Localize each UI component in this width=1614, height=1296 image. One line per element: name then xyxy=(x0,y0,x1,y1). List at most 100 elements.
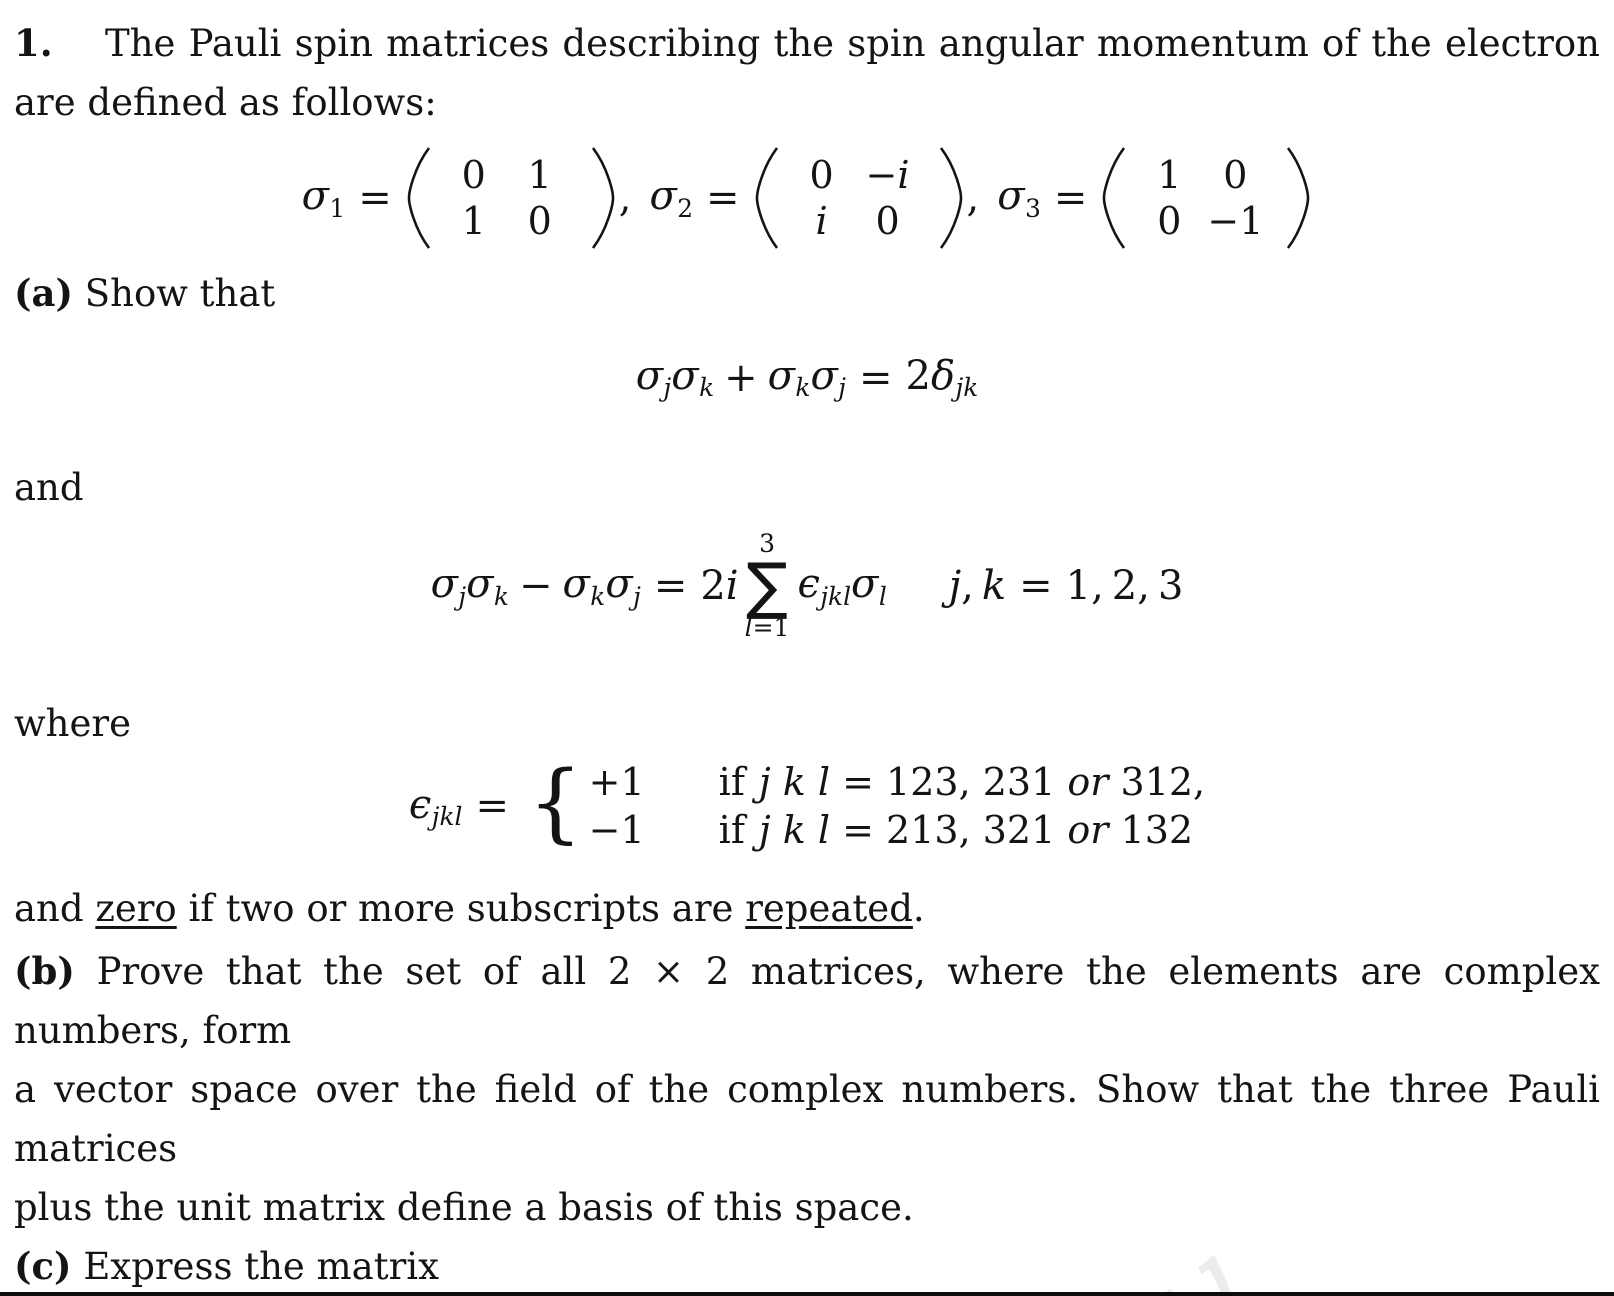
matrix-row: 0 −1 xyxy=(1140,199,1272,243)
epsilon-symbol: ϵjkl xyxy=(408,781,463,832)
summation-symbol: 3 ∑ l=1 xyxy=(745,531,790,640)
part-b-tag: (b) xyxy=(14,949,75,994)
epsilon-cases-equation: ϵjkl = { +1 ifj k l = 123, 231 or 312, xyxy=(14,759,1600,853)
pauli-matrices-equation: σ1 = 0 1 1 0 , σ2 = 0 −i i 0 , σ3 = 1 0 … xyxy=(14,146,1600,250)
cases-rows: +1 if j k l = 123, 231 or 312, −1 if j k l… xyxy=(589,759,1205,853)
matrix-row: 1 0 xyxy=(445,199,577,243)
matrix-row: 0 −i xyxy=(793,153,925,197)
repeated-underlined-word: repeated xyxy=(745,887,913,931)
case-list-1: 123, xyxy=(886,760,971,805)
part-a-line: (a) Show that xyxy=(14,264,1600,323)
anticommutator-equation: σjσk + σkσj = 2δjk xyxy=(14,353,1600,402)
case-indices: j k l xyxy=(758,760,831,805)
cases-equals: = xyxy=(475,783,509,830)
matrix-row: 1 0 xyxy=(1140,153,1272,197)
matrix-row: i 0 xyxy=(793,199,925,243)
minus-operator: − xyxy=(518,562,553,609)
or-word: or xyxy=(1067,760,1109,805)
case-eq: = xyxy=(842,760,874,805)
part-c-text: Express the matrix xyxy=(83,1245,439,1289)
part-c-tag: (c) xyxy=(14,1244,72,1289)
sum-lower-limit: l=1 xyxy=(744,613,790,643)
left-paren-icon xyxy=(753,146,779,250)
matrix-cell: −1 xyxy=(1207,199,1264,243)
matrix-cell: 0 xyxy=(527,199,552,243)
sigma2-matrix: 0 −i i 0 xyxy=(753,146,965,250)
matrix-cell: i xyxy=(815,199,828,243)
sigma1-equals: = xyxy=(358,175,392,221)
sigma-j-sigma-k: σjσk xyxy=(635,353,715,403)
cases-row: −1 if j k l = 213, 321 or 132 xyxy=(589,807,1205,853)
or-word: or xyxy=(1067,808,1109,853)
zero-line-middle: if two or more subscripts are xyxy=(176,887,746,931)
cases-row: +1 if j k l = 123, 231 or 312, xyxy=(589,759,1205,805)
page-bottom-rule xyxy=(0,1292,1614,1296)
left-paren-icon xyxy=(405,146,431,250)
left-brace-icon: { xyxy=(527,753,583,854)
case-list-3: 132 xyxy=(1120,808,1194,853)
matrix-cell: 0 xyxy=(461,153,486,197)
sigma1-grid: 0 1 1 0 xyxy=(431,153,591,243)
part-c-line: (c) Express the matrix xyxy=(14,1237,1600,1296)
right-paren-icon xyxy=(591,146,617,250)
sigma2-symbol: σ2 xyxy=(649,173,694,223)
if-word: if xyxy=(718,760,745,805)
matrix-cell: −i xyxy=(865,153,910,197)
zero-underlined-word: zero xyxy=(95,887,177,931)
case-indices: j k l xyxy=(758,808,831,853)
part-b-line-1: (b) Prove that the set of all 2 × 2 matr… xyxy=(14,942,1600,1060)
sigma-k-sigma-j: σkσj xyxy=(562,561,641,611)
part-b-text-1: Prove that the set of all 2 × 2 matrices… xyxy=(14,950,1600,1053)
right-paren-icon xyxy=(939,146,965,250)
problem-intro-paragraph: 1. The Pauli spin matrices describing th… xyxy=(14,14,1600,132)
and-label: and xyxy=(14,466,84,510)
case-eq: = xyxy=(842,808,874,853)
sigma2-grid: 0 −i i 0 xyxy=(779,153,939,243)
case-condition: if j k l = 213, 321 or 132 xyxy=(719,807,1205,853)
sigma-sum-glyph: ∑ xyxy=(746,549,788,623)
sigma2-comma: , xyxy=(966,175,980,221)
matrix-cell: 0 xyxy=(809,153,834,197)
problem-page: 1. The Pauli spin matrices describing th… xyxy=(0,0,1614,1296)
part-b-line-3: plus the unit matrix define a basis of t… xyxy=(14,1186,914,1230)
matrix-cell: 0 xyxy=(1223,153,1248,197)
sigma1-symbol: σ1 xyxy=(301,173,346,223)
case-list-2: 231 xyxy=(982,760,1056,805)
two-i-coefficient: 2i xyxy=(700,562,739,609)
sigma2-equals: = xyxy=(706,175,740,221)
if-word: if xyxy=(718,808,745,853)
equals-operator: = xyxy=(653,562,688,609)
right-paren-icon xyxy=(1286,146,1312,250)
case-value: +1 xyxy=(588,760,645,805)
equals-operator: = xyxy=(858,354,893,401)
sigma3-grid: 1 0 0 −1 xyxy=(1126,153,1286,243)
matrix-cell: 1 xyxy=(1157,153,1182,197)
index-condition: j, k = 1, 2, 3 xyxy=(948,562,1184,609)
part-a-tag: (a) xyxy=(14,271,73,315)
zero-line-prefix: and xyxy=(14,887,96,931)
sigma-k-sigma-j: σkσj xyxy=(767,353,846,403)
sigma-j-sigma-k: σjσk xyxy=(430,561,509,611)
sigma3-matrix: 1 0 0 −1 xyxy=(1100,146,1312,250)
sigma3-equals: = xyxy=(1053,175,1088,221)
case-list-2: 321 xyxy=(982,808,1056,853)
where-label: where xyxy=(14,702,131,746)
matrix-cell: 1 xyxy=(461,199,486,243)
left-paren-icon xyxy=(1100,146,1126,250)
problem-number: 1. xyxy=(14,21,53,65)
plus-operator: + xyxy=(724,354,758,401)
case-condition: if j k l = 123, 231 or 312, xyxy=(719,759,1205,805)
matrix-cell: 0 xyxy=(875,199,900,243)
matrix-row: 0 1 xyxy=(445,153,577,197)
sigma1-matrix: 0 1 1 0 xyxy=(405,146,617,250)
sigma1-comma: , xyxy=(618,175,632,221)
matrix-cell: 1 xyxy=(527,153,552,197)
part-b-line-2: a vector space over the field of the com… xyxy=(14,1068,1600,1171)
case-value: −1 xyxy=(588,808,645,853)
epsilon-jkl-sigma-l: ϵjklσl xyxy=(797,561,887,611)
problem-intro-text: The Pauli spin matrices describing the s… xyxy=(14,22,1600,124)
zero-line-end: . xyxy=(912,887,925,931)
part-a-text: Show that xyxy=(84,272,276,315)
cases-block: { +1 if j k l = 123, 231 or 312, −1 if j… xyxy=(522,759,1205,853)
matrix-cell: 0 xyxy=(1157,199,1182,243)
